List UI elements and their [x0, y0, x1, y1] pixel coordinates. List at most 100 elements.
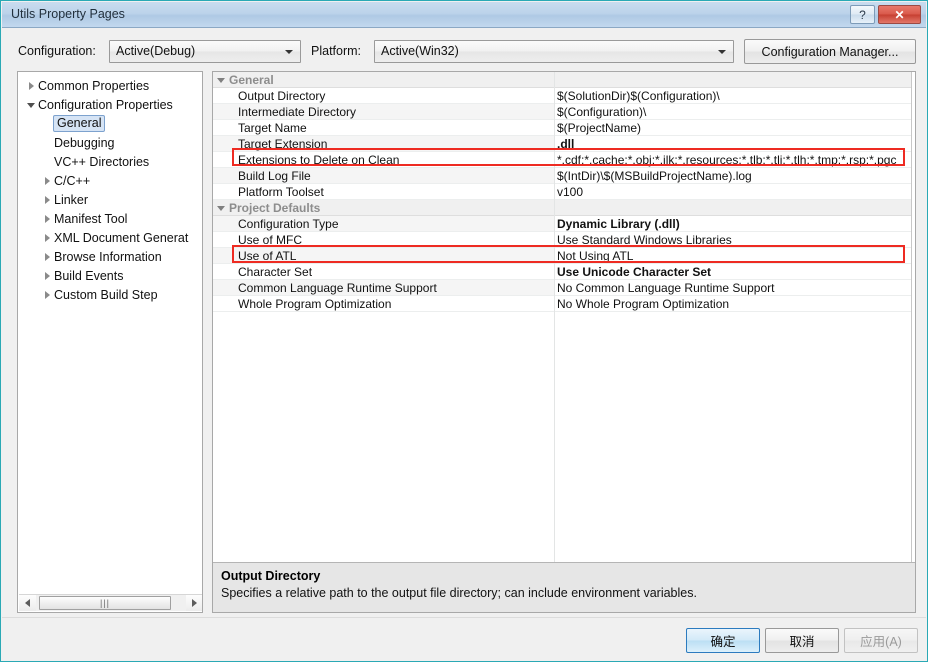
ok-button[interactable]: 确定 [686, 628, 760, 653]
grid-row-target-name[interactable]: Target Name $(ProjectName) [213, 120, 915, 136]
grid-row-platform-toolset[interactable]: Platform Toolset v100 [213, 184, 915, 200]
grid-property-name: Output Directory [238, 89, 326, 103]
chevron-down-icon[interactable] [213, 77, 229, 83]
tree-item-xml-document-generat[interactable]: XML Document Generat [18, 228, 202, 247]
grid-property-value[interactable]: *.cdf;*.cache;*.obj;*.ilk;*.resources;*.… [554, 152, 915, 167]
chevron-right-icon[interactable] [40, 215, 54, 223]
window-title: Utils Property Pages [11, 7, 125, 21]
grid-property-value[interactable]: .dll [554, 136, 915, 151]
grid-property-value[interactable]: No Whole Program Optimization [554, 296, 915, 311]
help-button[interactable]: ? [850, 5, 875, 24]
grid-property-name: Configuration Type [238, 217, 339, 231]
grid-property-value[interactable]: Use Standard Windows Libraries [554, 232, 915, 247]
cancel-button[interactable]: 取消 [765, 628, 839, 653]
grid-property-name: Character Set [238, 265, 313, 279]
grid-row-build-log-file[interactable]: Build Log File $(IntDir)\$(MSBuildProject… [213, 168, 915, 184]
apply-button[interactable]: 应用(A) [844, 628, 918, 653]
grid-empty-area [213, 312, 915, 512]
configuration-manager-button[interactable]: Configuration Manager... [744, 39, 916, 64]
grid-property-name: Platform Toolset [238, 185, 324, 199]
grid-property-value[interactable]: Dynamic Library (.dll) [554, 216, 915, 231]
tree-item-label: XML Document Generat [54, 230, 189, 245]
grid-row-extensions-to-delete-on-clean[interactable]: Extensions to Delete on Clean *.cdf;*.cac… [213, 152, 915, 168]
grid-group-label: General [229, 72, 274, 87]
tree-item-vc-directories[interactable]: VC++ Directories [18, 152, 202, 171]
grid-property-value[interactable]: v100 [554, 184, 915, 199]
platform-dropdown[interactable]: Active(Win32) [374, 40, 734, 63]
grid-right-edge [911, 72, 915, 562]
description-pane: Output Directory Specifies a relative pa… [213, 562, 915, 612]
chevron-right-icon[interactable] [40, 234, 54, 242]
tree-item-c-c[interactable]: C/C++ [18, 171, 202, 190]
tree-item-label: Custom Build Step [54, 287, 158, 302]
grid-group-project-defaults[interactable]: Project Defaults [213, 200, 915, 216]
chevron-down-icon [718, 50, 726, 54]
scrollbar-thumb[interactable]: ||| [39, 596, 171, 610]
grid-row-use-of-atl[interactable]: Use of ATL Not Using ATL [213, 248, 915, 264]
configuration-label: Configuration: [18, 44, 96, 58]
tree-item-common-properties[interactable]: Common Properties [18, 76, 202, 95]
tree-item-build-events[interactable]: Build Events [18, 266, 202, 285]
property-grid[interactable]: General Output Directory $(SolutionDir)$(C… [213, 72, 915, 562]
grid-row-intermediate-directory[interactable]: Intermediate Directory $(Configuration)\ [213, 104, 915, 120]
tree-horizontal-scrollbar[interactable]: ||| [19, 594, 202, 611]
chevron-right-icon[interactable] [40, 177, 54, 185]
chevron-down-icon[interactable] [24, 101, 38, 108]
chevron-right-icon[interactable] [40, 196, 54, 204]
grid-group-label: Project Defaults [229, 200, 321, 215]
tree-item-label: VC++ Directories [54, 154, 150, 169]
grid-property-name: Use of ATL [238, 249, 297, 263]
property-grid-panel: General Output Directory $(SolutionDir)$(C… [212, 71, 916, 613]
description-body: Specifies a relative path to the output … [221, 586, 697, 600]
configuration-dropdown[interactable]: Active(Debug) [109, 40, 301, 63]
tree-item-linker[interactable]: Linker [18, 190, 202, 209]
grid-row-whole-program-optimization[interactable]: Whole Program Optimization No Whole Progr… [213, 296, 915, 312]
grid-property-value[interactable]: $(SolutionDir)$(Configuration)\ [554, 88, 915, 103]
tree-item-label: Manifest Tool [54, 211, 128, 226]
scroll-right-icon[interactable] [186, 595, 202, 611]
description-title: Output Directory [221, 569, 321, 583]
grid-property-name: Intermediate Directory [238, 105, 357, 119]
chevron-right-icon[interactable] [24, 82, 38, 90]
grid-property-name: Target Extension [238, 137, 328, 151]
platform-value: Active(Win32) [381, 44, 459, 58]
grid-property-name: Use of MFC [238, 233, 303, 247]
tree-item-label: Browse Information [54, 249, 162, 264]
chevron-right-icon[interactable] [40, 291, 54, 299]
close-button[interactable]: ✕ [878, 5, 921, 24]
grid-row-target-extension[interactable]: Target Extension .dll [213, 136, 915, 152]
tree-item-browse-information[interactable]: Browse Information [18, 247, 202, 266]
grid-property-value[interactable]: Not Using ATL [554, 248, 915, 263]
column-splitter[interactable] [554, 72, 555, 562]
grid-property-name: Extensions to Delete on Clean [238, 153, 400, 167]
title-bar: Utils Property Pages ? ✕ [2, 2, 926, 28]
grid-property-value[interactable]: $(Configuration)\ [554, 104, 915, 119]
grid-row-character-set[interactable]: Character Set Use Unicode Character Set [213, 264, 915, 280]
chevron-right-icon[interactable] [40, 253, 54, 261]
chevron-right-icon[interactable] [40, 272, 54, 280]
platform-label: Platform: [311, 44, 362, 58]
tree-item-label: Build Events [54, 268, 124, 283]
grid-row-use-of-mfc[interactable]: Use of MFC Use Standard Windows Libraries [213, 232, 915, 248]
grid-row-configuration-type[interactable]: Configuration Type Dynamic Library (.dll) [213, 216, 915, 232]
title-bar-buttons: ? ✕ [850, 5, 921, 24]
grid-property-value[interactable]: $(IntDir)\$(MSBuildProjectName).log [554, 168, 915, 183]
tree-item-custom-build-step[interactable]: Custom Build Step [18, 285, 202, 304]
tree-item-general[interactable]: General [18, 114, 202, 133]
grid-property-value[interactable]: $(ProjectName) [554, 120, 915, 135]
properties-tree-panel: Common Properties Configuration Propertie… [17, 71, 203, 613]
configuration-value: Active(Debug) [116, 44, 196, 58]
property-pages-dialog: Utils Property Pages ? ✕ Configuration: … [0, 0, 928, 662]
tree-item-debugging[interactable]: Debugging [18, 133, 202, 152]
grid-property-value[interactable]: No Common Language Runtime Support [554, 280, 915, 295]
grid-property-name: Common Language Runtime Support [238, 281, 437, 295]
grid-row-output-directory[interactable]: Output Directory $(SolutionDir)$(Configur… [213, 88, 915, 104]
tree-item-manifest-tool[interactable]: Manifest Tool [18, 209, 202, 228]
grid-property-value[interactable]: Use Unicode Character Set [554, 264, 915, 279]
tree-item-configuration-properties[interactable]: Configuration Properties [18, 95, 202, 114]
grid-row-common-language-runtime-support[interactable]: Common Language Runtime Support No Common… [213, 280, 915, 296]
properties-tree[interactable]: Common Properties Configuration Propertie… [18, 72, 202, 304]
chevron-down-icon[interactable] [213, 205, 229, 211]
grid-group-general[interactable]: General [213, 72, 915, 88]
scroll-left-icon[interactable] [19, 595, 36, 611]
